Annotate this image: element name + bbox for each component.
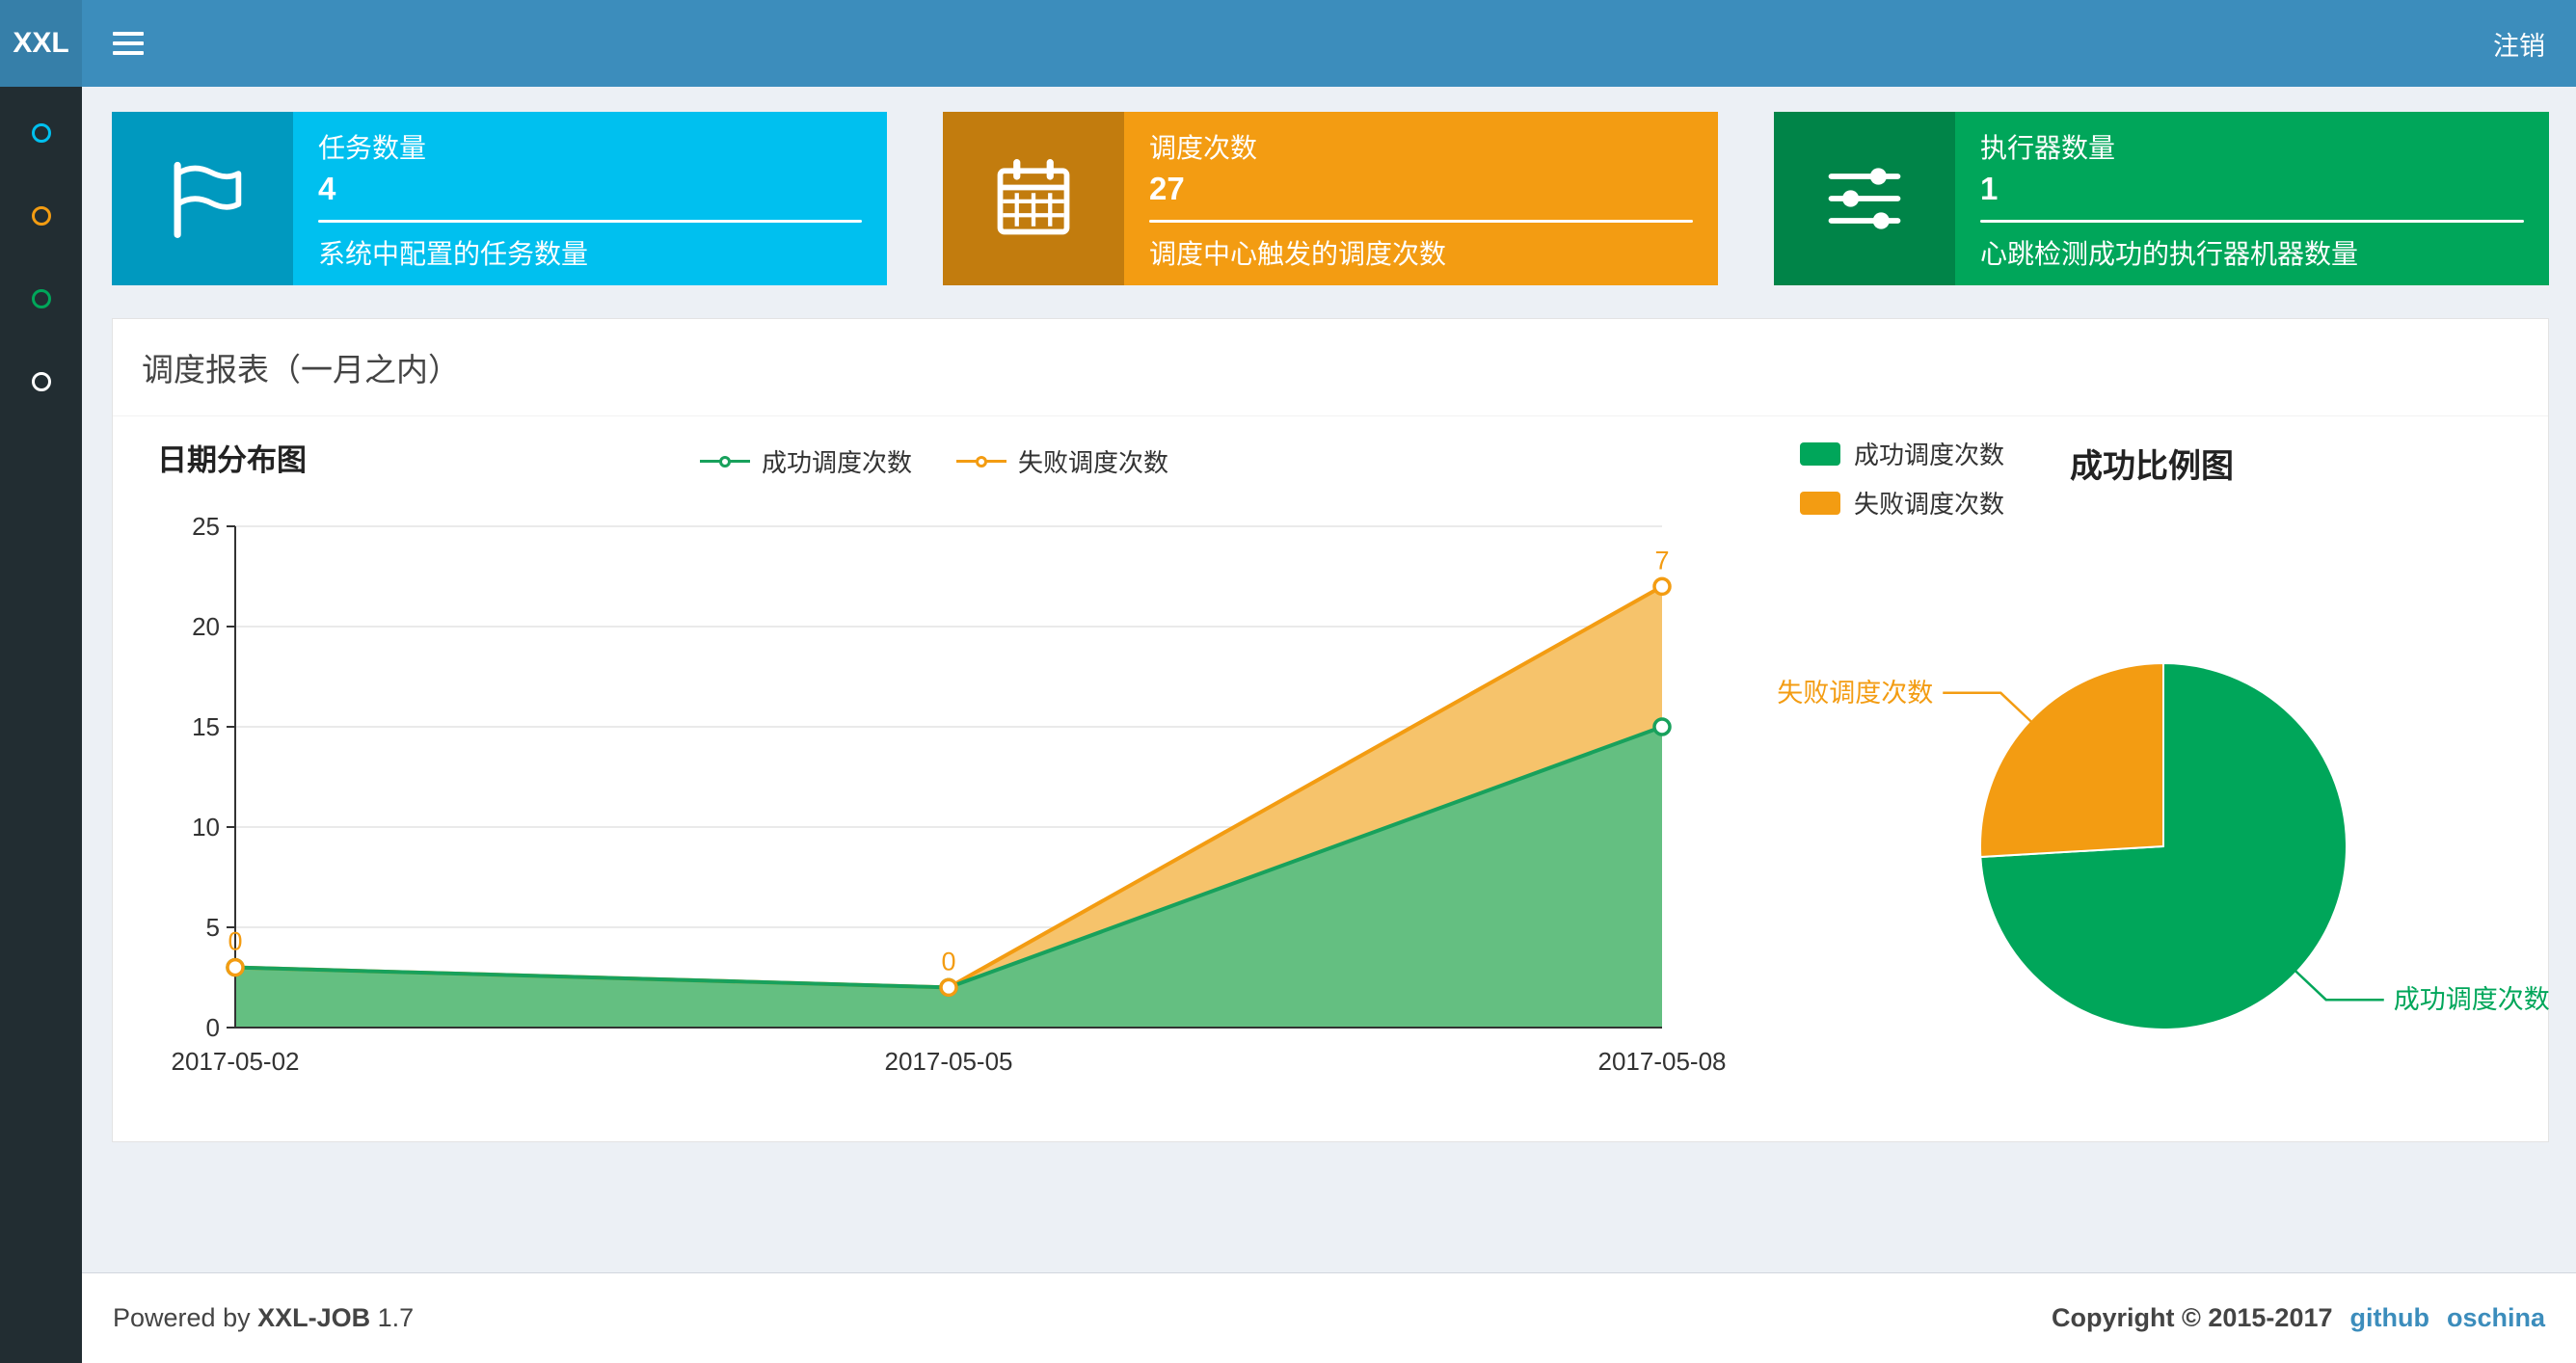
brand-name: XXL-JOB <box>257 1303 371 1332</box>
info-box-description: 调度中心触发的调度次数 <box>1149 239 1447 269</box>
logout-link[interactable]: 注销 <box>2493 25 2545 63</box>
sidebar-item-circle-icon[interactable] <box>31 123 51 143</box>
svg-text:0: 0 <box>228 927 242 956</box>
info-box-title: 任务数量 <box>318 133 427 163</box>
pie-legend-item[interactable]: 成功调度次数 <box>1800 436 2004 471</box>
info-box-divider <box>1980 220 2524 223</box>
info-box-body: 执行器数量 1 心跳检测成功的执行器机器数量 <box>1955 112 2549 285</box>
info-box-body: 调度次数 27 调度中心触发的调度次数 <box>1124 112 1718 285</box>
info-box-value: 27 <box>1149 171 1185 206</box>
line-chart-canvas[interactable]: 05101520252017-05-02 2017-05-05 2017-05-08… <box>144 488 1727 1085</box>
flag-icon <box>112 112 293 285</box>
oschina-link[interactable]: oschina <box>2447 1303 2545 1333</box>
line-legend-item[interactable]: 失败调度次数 <box>956 443 1168 479</box>
report-panel: 调度报表（一月之内） 日期分布图 成功调度次数 失败调度次数 0 5 10 15 20 25… <box>112 318 2550 1142</box>
info-box-row: 任务数量 4 系统中配置的任务数量 调度次数 27 调度中心触发的调度次数 执行… <box>112 112 2549 285</box>
sidebar <box>0 87 82 1363</box>
powered-by-text: Powered by <box>113 1303 251 1332</box>
info-box-executors: 执行器数量 1 心跳检测成功的执行器机器数量 <box>1774 112 2549 285</box>
version-text: 1.7 <box>377 1303 415 1332</box>
sidebar-item-circle-icon[interactable] <box>31 372 51 391</box>
svg-text:15: 15 <box>192 712 220 741</box>
legend-line-marker-icon <box>956 455 1006 468</box>
calendar-icon <box>943 112 1124 285</box>
svg-text:10: 10 <box>192 813 220 842</box>
top-header: XXL 注销 <box>0 0 2576 87</box>
top-navbar: 注销 <box>82 0 2576 87</box>
sidebar-item-circle-icon[interactable] <box>31 289 51 308</box>
info-box-divider <box>318 220 862 223</box>
line-chart-legend: 成功调度次数 失败调度次数 <box>144 443 1725 479</box>
svg-text:失败调度次数: 失败调度次数 <box>1777 679 1933 708</box>
svg-text:0: 0 <box>206 1013 220 1042</box>
svg-text:25: 25 <box>192 512 220 541</box>
svg-text:2017-05-05: 2017-05-05 <box>885 1047 1013 1076</box>
legend-label: 成功调度次数 <box>1854 441 2005 469</box>
info-box-description: 心跳检测成功的执行器机器数量 <box>1980 239 2359 269</box>
line-legend-item[interactable]: 成功调度次数 <box>699 443 912 479</box>
svg-text:0: 0 <box>941 947 955 975</box>
hamburger-icon[interactable] <box>113 32 144 55</box>
legend-label: 失败调度次数 <box>1018 448 1169 477</box>
svg-text:20: 20 <box>192 612 220 641</box>
legend-label: 成功调度次数 <box>761 448 912 477</box>
info-box-jobs: 任务数量 4 系统中配置的任务数量 <box>112 112 887 285</box>
panel-title: 调度报表（一月之内） <box>113 319 2548 416</box>
legend-swatch-icon <box>1800 441 1840 466</box>
svg-text:2017-05-02: 2017-05-02 <box>172 1047 300 1076</box>
info-box-value: 1 <box>1980 171 1999 206</box>
pie-chart-title: 成功比例图 <box>2070 448 2234 485</box>
panel-body: 日期分布图 成功调度次数 失败调度次数 0 5 10 15 20 25 2017-05-02 2… <box>113 416 2550 1141</box>
svg-text:2017-05-08: 2017-05-08 <box>1598 1047 1727 1076</box>
footer-powered-by: Powered by XXL-JOB 1.7 <box>113 1303 414 1333</box>
sliders-icon <box>1774 112 1955 285</box>
sidebar-item-circle-icon[interactable] <box>31 206 51 226</box>
info-box-body: 任务数量 4 系统中配置的任务数量 <box>293 112 887 285</box>
success-ratio-chart: 成功调度次数 失败调度次数 成功比例图 成功调度次数 失败调度次数 <box>1777 422 2550 1136</box>
app-logo[interactable]: XXL <box>0 0 82 87</box>
info-box-description: 系统中配置的任务数量 <box>318 239 589 269</box>
footer-copyright: Copyright © 2015-2017 github oschina <box>2052 1303 2545 1333</box>
svg-text:7: 7 <box>1654 546 1669 575</box>
date-distribution-chart: 日期分布图 成功调度次数 失败调度次数 0 5 10 15 20 25 2017-05-02 2… <box>144 422 1727 1136</box>
main-footer: Powered by XXL-JOB 1.7 Copyright © 2015-… <box>82 1272 2576 1363</box>
info-box-divider <box>1149 220 1693 223</box>
info-box-value: 4 <box>318 171 336 206</box>
pie-chart-canvas[interactable]: 成功调度次数 失败调度次数 <box>1777 490 2550 1145</box>
info-box-title: 调度次数 <box>1149 133 1258 163</box>
svg-text:5: 5 <box>206 913 220 942</box>
info-box-title: 执行器数量 <box>1980 133 2116 163</box>
svg-text:成功调度次数: 成功调度次数 <box>2394 985 2550 1014</box>
app-root: XXL 注销 运行报表 任务调度中心 任务 <box>0 0 2576 1363</box>
info-box-triggers: 调度次数 27 调度中心触发的调度次数 <box>943 112 1718 285</box>
copyright-text: Copyright © 2015-2017 <box>2051 1303 2333 1332</box>
legend-line-marker-icon <box>699 455 750 468</box>
github-link[interactable]: github <box>2350 1303 2429 1333</box>
content-area: 运行报表 任务调度中心 任务数量 4 系统中配置的任务数量 <box>82 0 2576 1142</box>
